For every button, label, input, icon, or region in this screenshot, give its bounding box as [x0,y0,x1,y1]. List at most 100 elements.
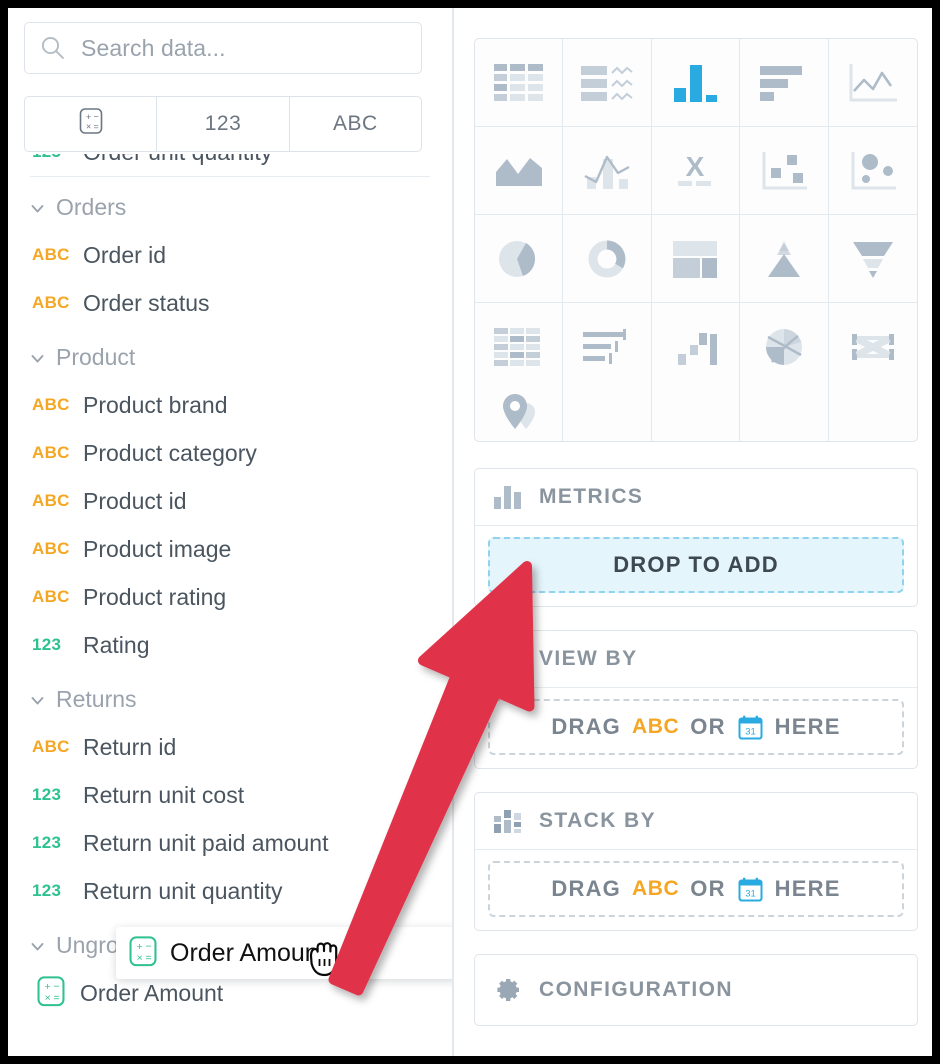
viz-type-donut-chart[interactable] [563,215,652,303]
grabbing-hand-cursor [304,938,342,985]
shelf-stack-by: STACK BY DRAG ABC OR 31 HERE [474,792,918,931]
field-type-tag: 123 [32,154,72,162]
view-by-drag-label: DRAG [551,714,621,739]
gear-icon [493,975,523,1005]
field-group-orders[interactable]: Orders [8,183,452,231]
list-item[interactable]: 123 Return unit paid amount [8,819,452,867]
stack-by-abc-label: ABC [631,877,680,900]
filter-tab-text-label: ABC [332,112,378,135]
field-type-tag: 123 [32,833,62,852]
stack-bars-icon [493,807,523,835]
list-item[interactable]: 123 Order unit quantity [8,154,452,176]
viz-type-scatter-plot[interactable] [740,127,829,215]
list-item[interactable]: 123 Rating [8,621,452,669]
shelf-view-by-title: VIEW BY [539,647,638,670]
field-name: Order id [83,241,167,268]
svg-text:×: × [45,993,51,1004]
viz-type-column-chart[interactable] [651,39,741,127]
svg-text:X: X [686,151,705,182]
calendar-icon: 31 [737,714,764,741]
field-group-returns[interactable]: Returns [8,675,452,723]
viz-type-bar-chart[interactable] [740,39,829,127]
viz-type-scatter-x[interactable]: X [651,127,741,215]
search-input[interactable]: Search data... [24,22,422,74]
field-group-product[interactable]: Product [8,333,452,381]
calculator-icon: + − × = [76,106,106,142]
metrics-dropzone-label: DROP TO ADD [613,552,779,577]
list-item[interactable]: ABC Order id [8,231,452,279]
viz-type-bullet-chart[interactable] [563,303,652,391]
field-group-label: Returns [56,685,137,712]
viz-type-sankey-chart[interactable] [829,303,917,391]
app-window: Search data... + − × = 123 ABC Orders AB… [8,8,932,1056]
field-type-tag: ABC [32,587,70,606]
chevron-down-icon [30,351,45,366]
list-item[interactable]: ABC Product brand [8,381,452,429]
stack-by-dropzone[interactable]: DRAG ABC OR 31 HERE [488,861,904,917]
field-type-tag: 123 [32,785,62,804]
stack-by-here-label: HERE [774,876,841,901]
visualization-type-picker[interactable]: X [474,38,918,442]
metrics-dropzone[interactable]: DROP TO ADD [488,537,904,593]
field-type-tag: ABC [32,539,70,558]
list-item[interactable]: ABC Product id [8,477,452,525]
field-list[interactable]: 123Order unit quantityOrdersABCOrder idA… [8,154,452,1056]
view-by-dropzone[interactable]: DRAG ABC OR 31 HERE [488,699,904,755]
shelf-configuration[interactable]: CONFIGURATION [474,954,918,1026]
viz-type-pyramid-chart[interactable] [740,215,829,303]
list-item[interactable]: ABC Return id [8,723,452,771]
shelf-metrics-header: METRICS [475,469,917,526]
calculator-icon: + − × = [34,974,68,1013]
viz-type-treemap[interactable] [651,215,741,303]
viz-type-table[interactable] [475,39,564,127]
viz-type-radial-chart[interactable] [740,303,829,391]
filter-tab-calculated[interactable]: + − × = [25,97,158,151]
filter-tab-text[interactable]: ABC [290,97,421,151]
field-name: Product brand [83,391,228,418]
field-name: Return id [83,733,177,760]
field-name: Rating [83,631,150,658]
viz-type-geo-map[interactable] [475,391,564,441]
viz-type-pie-chart[interactable] [475,215,564,303]
list-item[interactable]: 123 Return unit cost [8,771,452,819]
list-item[interactable]: ABC Product rating [8,573,452,621]
viz-type-pivot-table[interactable] [563,39,652,127]
viz-type-empty [740,391,829,441]
viz-type-combo-chart[interactable] [563,127,652,215]
chevron-down-icon [30,201,45,216]
field-name: Order Amount [80,979,224,1006]
view-by-or-label: OR [690,714,726,739]
field-group-label: Orders [56,193,127,220]
shelf-metrics: METRICS DROP TO ADD [474,468,918,607]
viz-type-heat-table[interactable] [475,303,564,391]
data-fields-panel: Search data... + − × = 123 ABC Orders AB… [8,8,452,1056]
filter-tab-numeric[interactable]: 123 [157,97,290,151]
stack-by-drag-label: DRAG [551,876,621,901]
chevron-down-icon [30,693,45,708]
field-type-tag: 123 [32,881,62,900]
list-item[interactable]: 123 Return unit quantity [8,867,452,915]
svg-text:×: × [137,953,143,964]
shelf-stack-by-header: STACK BY [475,793,917,850]
field-type-tag: 123 [32,635,62,654]
field-name: Return unit paid amount [83,829,329,856]
viz-type-bubble-chart[interactable] [828,127,917,215]
shelf-view-by: VIEW BY DRAG ABC OR 31 HERE [474,630,918,769]
list-item[interactable]: ABC Product image [8,525,452,573]
svg-text:+: + [86,112,92,122]
svg-text:=: = [53,993,59,1004]
calendar-icon: 31 [737,876,764,903]
list-item[interactable]: ABC Product category [8,429,452,477]
svg-text:−: − [93,112,99,122]
viz-type-area-chart[interactable] [475,127,564,215]
shelf-stack-by-title: STACK BY [539,809,656,832]
chevron-down-icon [30,939,45,954]
viz-type-line-chart[interactable] [828,39,917,127]
list-item[interactable]: ABC Order status [8,279,452,327]
chart-builder-panel: X METRICS DROP TO ADD VIEW BY DRAG ABC O… [454,8,932,1056]
viz-type-waterfall-chart[interactable] [652,303,741,391]
field-group-label: Product [56,343,136,370]
field-type-tag: ABC [32,491,70,510]
field-name: Product category [83,439,257,466]
viz-type-funnel-chart[interactable] [828,215,917,303]
